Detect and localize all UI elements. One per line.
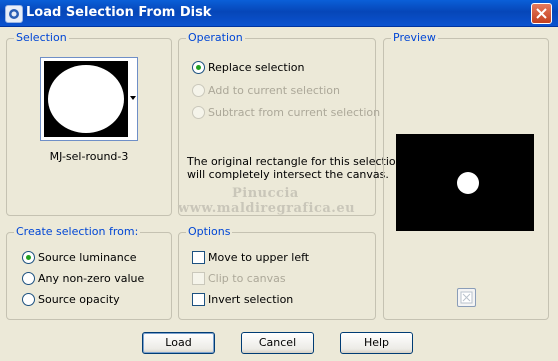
watermark-name: Pinuccia — [232, 186, 299, 201]
selection-thumbnail — [44, 61, 128, 137]
close-icon — [536, 8, 547, 19]
source-luminance-label: Source luminance — [38, 251, 137, 264]
round-selection-shape — [48, 65, 124, 133]
selection-group-label: Selection — [14, 31, 69, 45]
radio-icon[interactable] — [192, 84, 205, 97]
preview-canvas — [396, 134, 534, 231]
watermark-url: www.maldiregrafica.eu — [178, 201, 356, 216]
title-bar[interactable]: Load Selection From Disk — [0, 0, 558, 27]
preview-zoom-button[interactable] — [457, 288, 476, 307]
selection-name: MJ-sel-round-3 — [49, 150, 129, 163]
close-button[interactable] — [531, 3, 552, 24]
radio-icon[interactable] — [192, 106, 205, 119]
radio-icon[interactable] — [22, 293, 35, 306]
app-icon[interactable] — [5, 5, 23, 23]
source-opacity-label: Source opacity — [38, 293, 120, 306]
radio-icon[interactable] — [22, 251, 35, 264]
operation-group-label: Operation — [186, 31, 245, 45]
intersect-note: The original rectangle for this selectio… — [187, 155, 403, 181]
intersect-note-line1: The original rectangle for this selectio… — [187, 155, 403, 168]
preview-selection-dot — [457, 172, 479, 194]
add-to-selection-label: Add to current selection — [208, 84, 340, 97]
radio-icon[interactable] — [22, 272, 35, 285]
intersect-note-line2: will completely intersect the canvas. — [187, 168, 389, 181]
selection-picker[interactable] — [40, 57, 138, 141]
preview-group-label: Preview — [391, 31, 438, 45]
clip-to-canvas-label: Clip to canvas — [208, 272, 286, 285]
dropdown-arrow-icon[interactable] — [130, 96, 136, 100]
options-group-label: Options — [186, 225, 233, 239]
checkbox-icon[interactable] — [192, 293, 205, 306]
move-to-upper-left-label: Move to upper left — [208, 251, 310, 264]
window-title: Load Selection From Disk — [26, 5, 212, 20]
create-selection-from-label: Create selection from: — [14, 225, 141, 239]
cancel-button[interactable]: Cancel — [241, 332, 314, 354]
help-button[interactable]: Help — [340, 332, 413, 354]
checkbox-icon[interactable] — [192, 251, 205, 264]
load-button[interactable]: Load — [142, 332, 215, 354]
invert-selection-label: Invert selection — [208, 293, 294, 306]
radio-icon[interactable] — [192, 61, 205, 74]
subtract-from-selection-label: Subtract from current selection — [208, 106, 381, 119]
replace-selection-label: Replace selection — [208, 61, 305, 74]
any-non-zero-value-label: Any non-zero value — [38, 272, 145, 285]
checkbox-icon[interactable] — [192, 272, 205, 285]
zoom-icon — [460, 291, 473, 304]
